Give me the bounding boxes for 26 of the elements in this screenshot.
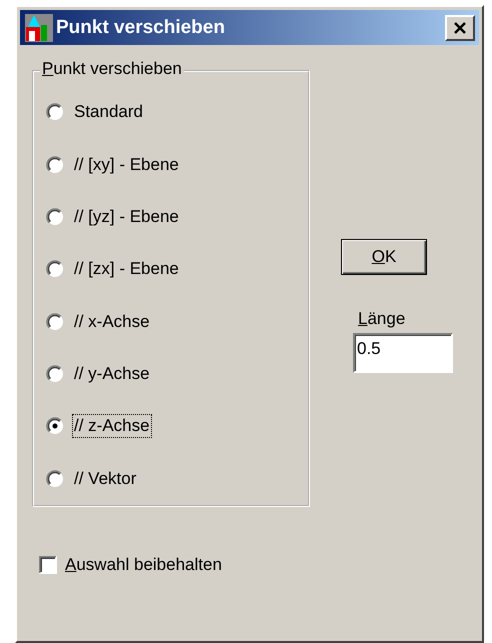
keep-selection-checkbox[interactable]: Auswahl beibehalten [39, 555, 222, 575]
radio-button[interactable] [46, 208, 64, 226]
radio-button[interactable] [46, 156, 64, 174]
radio-option[interactable]: // z-Achse [46, 400, 152, 453]
length-input[interactable]: 0.5 [353, 333, 453, 373]
length-label: Länge [358, 309, 406, 329]
ok-button[interactable]: OK [341, 239, 427, 275]
radio-option[interactable]: // [xy] - Ebene [46, 138, 181, 191]
close-button[interactable] [445, 14, 475, 40]
radio-option[interactable]: // y-Achse [46, 348, 152, 400]
radio-button[interactable] [46, 365, 64, 384]
radio-button[interactable] [46, 417, 64, 436]
group-label: Punkt verschieben [40, 59, 184, 79]
radio-option[interactable]: Standard [46, 86, 145, 138]
checkbox[interactable] [39, 556, 57, 574]
radio-option[interactable]: // [yz] - Ebene [46, 190, 181, 244]
window-title: Punkt verschieben [56, 16, 226, 38]
radio-option[interactable]: // x-Achse [46, 296, 152, 348]
radio-button[interactable] [46, 312, 64, 331]
radio-button[interactable] [46, 260, 64, 278]
house-icon [24, 12, 54, 42]
radio-option[interactable]: // Vektor [46, 452, 138, 505]
radio-button[interactable] [46, 470, 64, 488]
radio-button[interactable] [46, 103, 64, 122]
close-icon [453, 22, 467, 34]
radio-option[interactable]: // [zx] - Ebene [46, 243, 181, 296]
